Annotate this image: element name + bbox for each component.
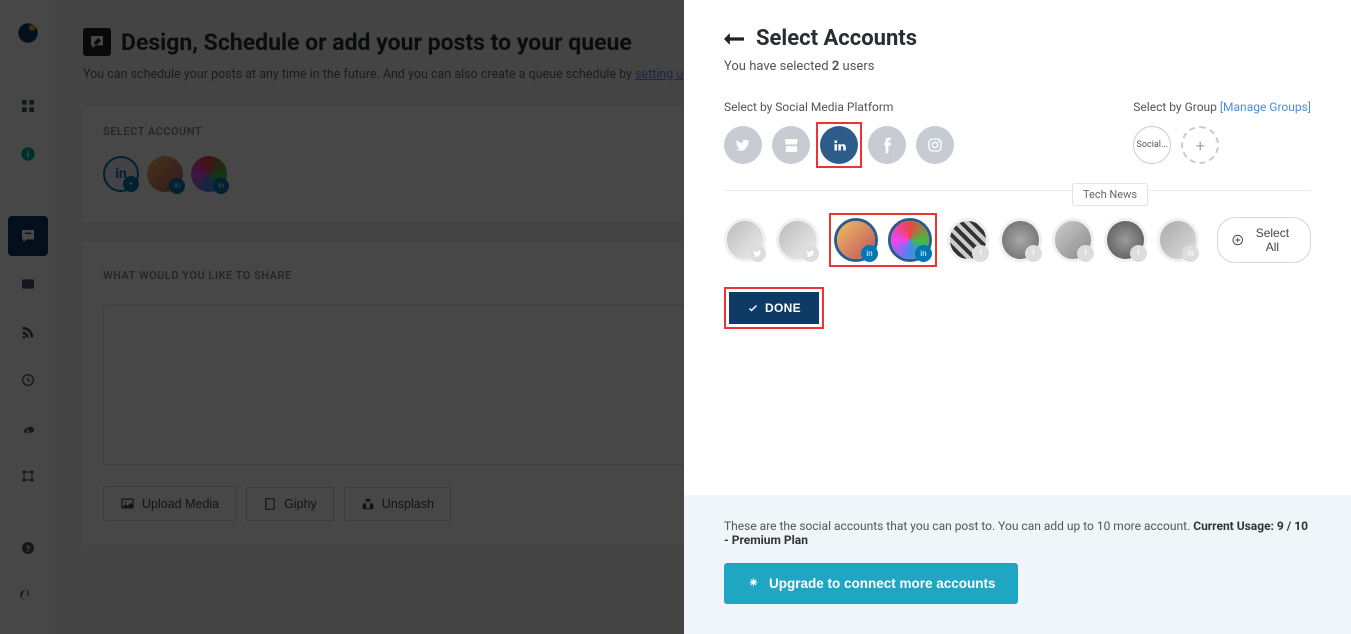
nav-info[interactable]: i [8,134,48,174]
account-item[interactable] [724,218,766,262]
select-all-label: Select All [1249,226,1296,254]
platform-filter-facebook[interactable] [868,126,906,164]
drawer-footer: These are the social accounts that you c… [684,495,1351,634]
account-item[interactable]: in [1157,218,1199,262]
platform-filter-label: Select by Social Media Platform [724,100,954,114]
linkedin-badge-icon: in [213,178,229,194]
nav-history[interactable] [8,360,48,400]
upgrade-button[interactable]: Upgrade to connect more accounts [724,563,1018,604]
selected-account-avatar[interactable]: in [191,156,227,192]
select-accounts-drawer: Select Accounts You have selected 2 user… [684,0,1351,634]
facebook-badge-icon: f [1130,245,1147,262]
platform-filter-gmb[interactable] [772,126,810,164]
unsplash-button[interactable]: Unsplash [344,487,451,521]
app-logo [15,20,41,46]
selection-summary: You have selected 2 users [724,59,1311,74]
summary-pre: You have selected [724,59,832,74]
account-item[interactable]: f [947,218,989,262]
account-item[interactable]: in [834,218,878,262]
page-title: Design, Schedule or add your posts to yo… [121,29,632,56]
nav-dashboard[interactable] [8,86,48,126]
account-tooltip: Tech News [1072,183,1148,206]
twitter-badge-icon [749,245,766,262]
nav-rss[interactable] [8,312,48,352]
linkedin-badge-icon: in [861,245,878,262]
linkedin-badge-icon: in [915,245,932,262]
platform-filter-linkedin[interactable] [820,126,858,164]
linkedin-badge-icon: + [123,176,139,192]
facebook-badge-icon: f [1077,245,1094,262]
nav-settings[interactable] [8,456,48,496]
selected-accounts-highlight: in in [829,213,937,267]
platform-filter-twitter[interactable] [724,126,762,164]
nav-media[interactable] [8,264,48,304]
accounts-list: Tech News [724,217,1311,263]
summary-post: users [843,59,875,74]
upload-media-button[interactable]: Upload Media [103,486,236,521]
done-label: DONE [765,301,801,315]
left-nav-rail: i ? [0,0,55,634]
upload-media-label: Upload Media [142,497,219,511]
svg-text:i: i [26,149,28,160]
platform-filter-instagram[interactable] [916,126,954,164]
manage-groups-link[interactable]: [Manage Groups] [1220,100,1311,114]
account-item[interactable]: in [888,218,932,262]
group-chip[interactable]: Social... [1133,126,1171,164]
selected-count: 2 [832,59,839,74]
back-arrow-icon[interactable] [724,27,744,51]
linkedin-badge-icon: in [1182,245,1199,262]
twitter-badge-icon [802,245,819,262]
selected-account-avatar[interactable]: in [147,156,183,192]
subtitle-pre: You can schedule your posts at any time … [83,67,635,82]
footer-note-pre: These are the social accounts that you c… [724,519,1193,533]
account-item[interactable]: f [1052,218,1094,262]
nav-write-post[interactable] [8,216,48,256]
upgrade-label: Upgrade to connect more accounts [769,576,996,591]
compose-label: WHAT WOULD YOU LIKE TO SHARE [103,269,292,282]
nav-bulk[interactable] [8,408,48,448]
footer-note: These are the social accounts that you c… [724,519,1311,547]
add-group-button[interactable]: + [1181,126,1219,164]
giphy-label: Giphy [284,497,317,511]
select-all-button[interactable]: Select All [1217,217,1311,263]
done-highlight: DONE [724,287,824,329]
linkedin-badge-icon: in [169,178,185,194]
nav-logout[interactable] [8,576,48,616]
drawer-title: Select Accounts [756,26,917,51]
unsplash-label: Unsplash [382,497,434,511]
done-button[interactable]: DONE [729,292,819,324]
platform-highlight [816,122,862,168]
selected-account-avatar[interactable]: in + [103,156,139,192]
svg-text:?: ? [25,544,29,554]
divider [724,190,1311,191]
compose-icon [83,28,111,56]
group-filter-label: Select by Group [1133,100,1220,114]
account-item[interactable] [776,218,818,262]
account-item[interactable]: f [999,218,1041,262]
facebook-badge-icon: f [972,245,989,262]
account-item[interactable]: f [1104,218,1146,262]
giphy-button[interactable]: Giphy [246,487,334,521]
nav-help[interactable]: ? [8,528,48,568]
facebook-badge-icon: f [1025,245,1042,262]
